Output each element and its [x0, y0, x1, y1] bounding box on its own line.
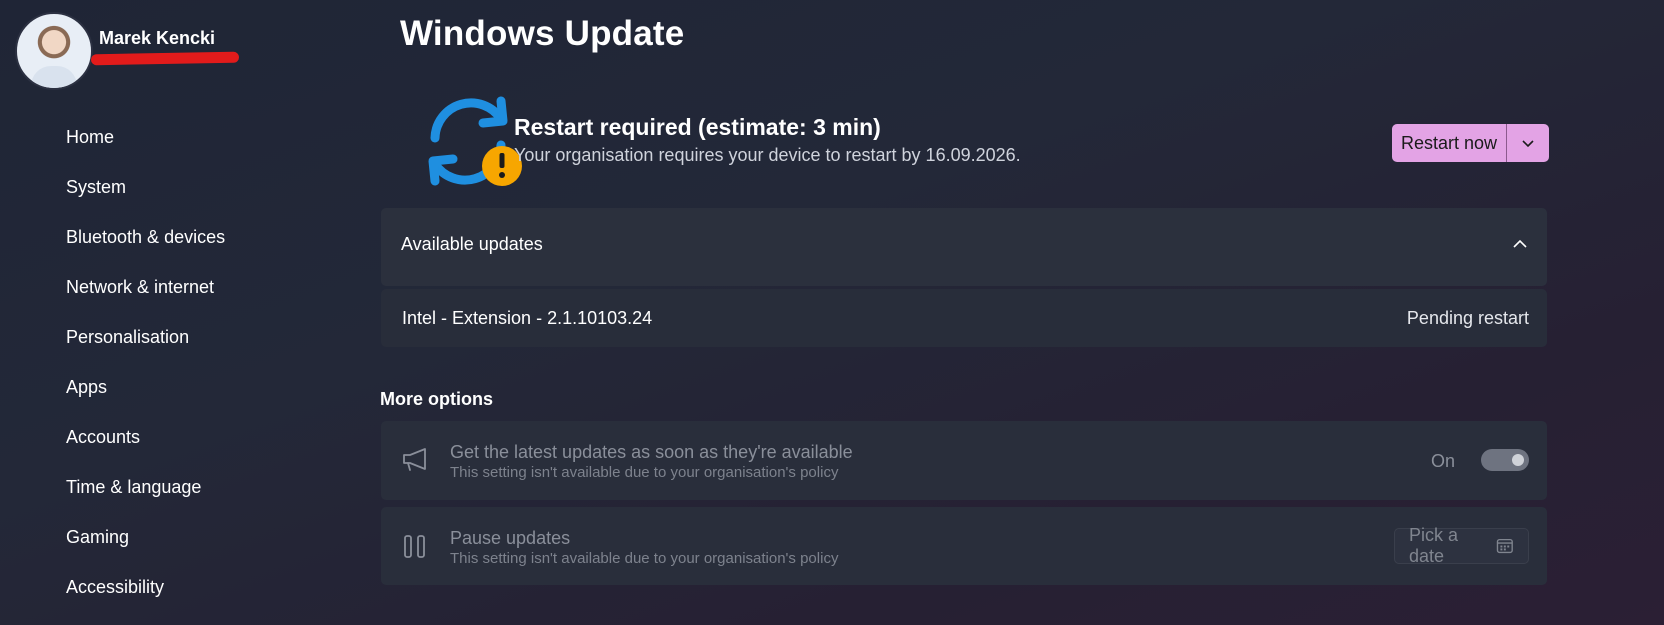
- pick-date-label: Pick a date: [1409, 525, 1459, 566]
- main-content: Windows Update Restart required (estimat…: [380, 0, 1644, 625]
- update-name: Intel - Extension - 2.1.10103.24: [402, 308, 653, 328]
- user-name: Marek Kencki: [99, 28, 216, 48]
- sidebar-item-time-language[interactable]: Time & language: [66, 470, 225, 520]
- pause-updates-title: Pause updates: [450, 528, 571, 548]
- sidebar-item-gaming[interactable]: Gaming: [66, 520, 225, 570]
- status-subtitle: Your organisation requires your device t…: [514, 145, 1021, 165]
- more-options-title: More options: [380, 389, 493, 409]
- latest-updates-option: Get the latest updates as soon as they'r…: [381, 421, 1547, 500]
- redaction-mark: [90, 51, 240, 66]
- sidebar-item-network-internet[interactable]: Network & internet: [66, 270, 225, 320]
- latest-updates-title: Get the latest updates as soon as they'r…: [450, 442, 853, 462]
- sidebar-item-apps[interactable]: Apps: [66, 370, 225, 420]
- page-title: Windows Update: [400, 14, 685, 53]
- available-updates-label: Available updates: [401, 234, 543, 254]
- sidebar-item-accessibility[interactable]: Accessibility: [66, 570, 225, 620]
- user-profile[interactable]: [15, 12, 93, 90]
- toggle-state-label: On: [1430, 451, 1455, 471]
- sidebar-item-accounts[interactable]: Accounts: [66, 420, 225, 470]
- pick-date-button[interactable]: Pick a date: [1394, 525, 1529, 566]
- update-status: Pending restart: [1406, 308, 1529, 328]
- latest-updates-toggle[interactable]: [1481, 449, 1529, 471]
- megaphone-icon: [403, 448, 426, 471]
- calendar-icon: [1497, 538, 1514, 554]
- pause-updates-option: Pause updates This setting isn't availab…: [381, 507, 1547, 585]
- chevron-up-icon[interactable]: [1511, 238, 1529, 250]
- pause-updates-subtitle: This setting isn't available due to your…: [450, 550, 839, 567]
- nav-menu: Home System Bluetooth & devices Network …: [66, 120, 225, 620]
- toggle-knob: [1512, 454, 1524, 466]
- pause-icon: [404, 535, 425, 558]
- update-item: Intel - Extension - 2.1.10103.24 Pending…: [381, 289, 1547, 347]
- restart-options-dropdown[interactable]: [1507, 124, 1549, 162]
- sidebar: Marek Kencki Home System Bluetooth & dev…: [0, 0, 380, 625]
- restart-button-group: Restart now: [1392, 124, 1549, 162]
- status-title: Restart required (estimate: 3 min): [514, 114, 881, 140]
- sidebar-item-personalisation[interactable]: Personalisation: [66, 320, 225, 370]
- available-updates-header[interactable]: Available updates: [381, 208, 1547, 286]
- sidebar-item-home[interactable]: Home: [66, 120, 225, 170]
- sidebar-item-system[interactable]: System: [66, 170, 225, 220]
- update-sync-warning-icon: [428, 96, 522, 186]
- avatar[interactable]: [15, 12, 93, 90]
- chevron-down-icon: [1522, 140, 1534, 148]
- sidebar-item-bluetooth-devices[interactable]: Bluetooth & devices: [66, 220, 225, 270]
- latest-updates-subtitle: This setting isn't available due to your…: [450, 464, 839, 481]
- restart-now-button[interactable]: Restart now: [1392, 124, 1507, 162]
